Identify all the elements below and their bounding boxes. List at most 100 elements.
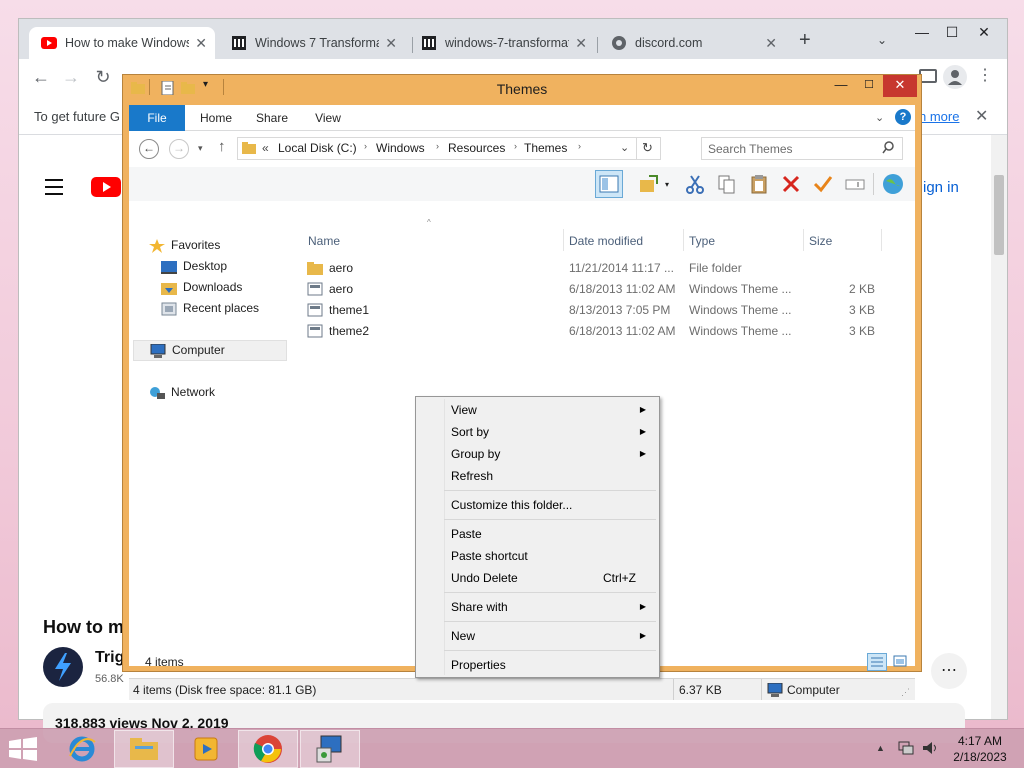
breadcrumb-separator-icon[interactable]: ›: [514, 141, 517, 151]
menu-item-share-with[interactable]: Share with ▶: [419, 596, 656, 618]
nav-desktop[interactable]: Desktop: [161, 256, 227, 277]
menu-item-customize-folder[interactable]: Customize this folder...: [419, 494, 656, 516]
copy-icon[interactable]: [713, 170, 741, 198]
maximize-button[interactable]: ☐: [937, 21, 967, 43]
tab-view[interactable]: View: [303, 105, 353, 131]
browser-tab-windows7[interactable]: Windows 7 Transformat ✕: [219, 27, 405, 59]
folder-options-dropdown-icon[interactable]: ▾: [665, 180, 669, 189]
taskbar-control-panel[interactable]: [300, 730, 360, 768]
menu-item-group-by[interactable]: Group by ▶: [419, 443, 656, 465]
up-arrow-icon[interactable]: ↑: [218, 138, 226, 155]
menu-item-properties[interactable]: Properties: [419, 654, 656, 676]
browser-tab-discord[interactable]: discord.com ✕: [599, 27, 785, 59]
close-tab-icon[interactable]: ✕: [575, 35, 587, 52]
close-button[interactable]: ✕: [883, 75, 917, 97]
browser-tab-youtube[interactable]: How to make Windows ✕: [29, 27, 215, 59]
folder-options-icon[interactable]: [635, 170, 663, 198]
minimize-button[interactable]: —: [907, 21, 937, 43]
column-divider[interactable]: [683, 229, 684, 251]
file-row[interactable]: aero 11/21/2014 11:17 ... File folder: [305, 258, 905, 279]
channel-name[interactable]: Trig: [95, 649, 124, 667]
new-tab-button[interactable]: +: [799, 29, 811, 52]
column-name[interactable]: Name: [308, 231, 563, 251]
menu-item-undo-delete[interactable]: Undo Delete Ctrl+Z: [419, 567, 656, 589]
show-hidden-icons-chevron-icon[interactable]: ▲: [876, 743, 885, 753]
tab-share[interactable]: Share: [247, 105, 297, 131]
cut-icon[interactable]: [681, 170, 709, 198]
column-type[interactable]: Type: [689, 231, 803, 251]
start-button[interactable]: [8, 737, 38, 764]
search-box[interactable]: Search Themes: [701, 137, 903, 160]
address-bar[interactable]: « Local Disk (C:) › Windows › Resources …: [237, 137, 661, 160]
refresh-icon[interactable]: ↻: [642, 140, 653, 156]
more-actions-icon[interactable]: ⋯: [931, 653, 967, 689]
delete-icon[interactable]: [777, 170, 805, 198]
more-menu-icon[interactable]: ⋮: [977, 65, 993, 85]
tab-search-chevron-icon[interactable]: ⌄: [877, 33, 887, 47]
column-divider[interactable]: [803, 229, 804, 251]
address-history-chevron-icon[interactable]: ⌄: [620, 141, 629, 154]
forward-button[interactable]: →: [169, 139, 189, 159]
taskbar-chrome[interactable]: [238, 730, 298, 768]
hamburger-icon[interactable]: [45, 179, 63, 195]
infobar-learn-more-link[interactable]: n more: [919, 109, 959, 124]
nav-network[interactable]: Network: [149, 382, 215, 403]
close-tab-icon[interactable]: ✕: [385, 35, 397, 52]
breadcrumb-local-disk[interactable]: Local Disk (C:): [278, 141, 357, 155]
details-view-icon[interactable]: [867, 653, 887, 671]
volume-icon[interactable]: [922, 740, 940, 759]
youtube-logo-icon[interactable]: [91, 177, 121, 200]
nav-favorites[interactable]: Favorites: [149, 235, 220, 256]
page-scrollbar[interactable]: [991, 135, 1007, 719]
breadcrumb-separator-icon[interactable]: ›: [578, 141, 581, 151]
rename-icon[interactable]: [841, 170, 869, 198]
browser-tab-transformation[interactable]: windows-7-transformat ✕: [409, 27, 595, 59]
column-divider[interactable]: [881, 229, 882, 251]
taskbar-media-player[interactable]: [176, 730, 236, 768]
menu-item-view[interactable]: View ▶: [419, 399, 656, 421]
breadcrumb-separator-icon[interactable]: ›: [364, 141, 367, 151]
large-icons-view-icon[interactable]: [891, 653, 911, 671]
minimize-button[interactable]: —: [827, 75, 855, 97]
back-button[interactable]: ←: [139, 139, 159, 159]
network-status-icon[interactable]: [898, 740, 914, 759]
sign-in-button[interactable]: ign in: [923, 179, 959, 196]
column-divider[interactable]: [563, 229, 564, 251]
close-tab-icon[interactable]: ✕: [765, 35, 777, 52]
file-row[interactable]: theme1 8/13/2013 7:05 PM Windows Theme .…: [305, 300, 905, 321]
menu-item-paste[interactable]: Paste: [419, 523, 656, 545]
tab-home[interactable]: Home: [191, 105, 241, 131]
breadcrumb-resources[interactable]: Resources: [448, 141, 505, 155]
column-size[interactable]: Size: [809, 231, 879, 251]
checkmark-icon[interactable]: [809, 170, 837, 198]
scrollbar-thumb[interactable]: [994, 175, 1004, 255]
menu-item-new[interactable]: New ▶: [419, 625, 656, 647]
maximize-button[interactable]: ☐: [855, 75, 883, 97]
tab-file[interactable]: File: [129, 105, 185, 131]
ribbon-expand-chevron-icon[interactable]: ⌄: [875, 111, 884, 124]
profile-avatar[interactable]: [943, 65, 967, 89]
close-tab-icon[interactable]: ✕: [195, 35, 207, 52]
globe-icon[interactable]: [879, 170, 907, 198]
paste-icon[interactable]: [745, 170, 773, 198]
taskbar-file-explorer[interactable]: [114, 730, 174, 768]
nav-downloads[interactable]: Downloads: [161, 277, 242, 298]
breadcrumb-separator-icon[interactable]: ›: [436, 141, 439, 151]
file-row[interactable]: theme2 6/18/2013 11:02 AM Windows Theme …: [305, 321, 905, 342]
clock-date[interactable]: 2/18/2023: [950, 750, 1010, 764]
menu-item-sort-by[interactable]: Sort by ▶: [419, 421, 656, 443]
close-infobar-icon[interactable]: ✕: [975, 106, 988, 126]
menu-item-refresh[interactable]: Refresh: [419, 465, 656, 487]
nav-recent-places[interactable]: Recent places: [161, 298, 259, 319]
file-row[interactable]: aero 6/18/2013 11:02 AM Windows Theme ..…: [305, 279, 905, 300]
help-icon[interactable]: ?: [895, 109, 911, 125]
preview-pane-icon[interactable]: [595, 170, 623, 198]
resize-grip-icon[interactable]: ⋰: [901, 687, 910, 698]
clock-time[interactable]: 4:17 AM: [950, 734, 1010, 748]
search-icon[interactable]: [882, 141, 894, 158]
close-button[interactable]: ✕: [969, 21, 999, 43]
column-date-modified[interactable]: Date modified: [569, 231, 683, 251]
overflow-chevron-icon[interactable]: «: [262, 141, 269, 155]
nav-computer[interactable]: Computer: [133, 340, 287, 361]
breadcrumb-windows[interactable]: Windows: [376, 141, 425, 155]
